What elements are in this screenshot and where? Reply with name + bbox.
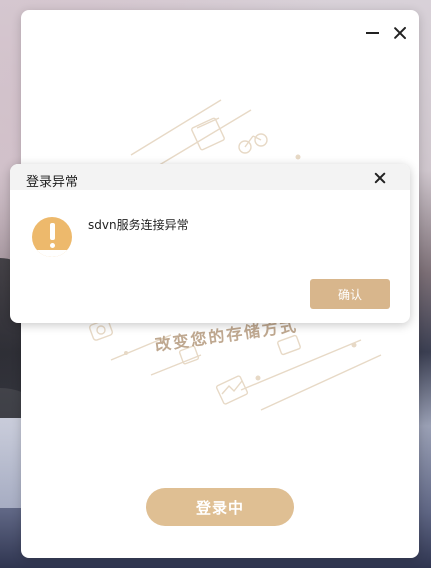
illustration-line xyxy=(150,109,252,171)
bicycle-frame-icon xyxy=(252,135,262,141)
confirm-button[interactable]: 确认 xyxy=(310,279,390,309)
illustration-dot xyxy=(255,375,261,381)
dialog-header: 登录异常 xyxy=(10,164,410,190)
warning-icon xyxy=(32,217,72,257)
warning-icon-dot xyxy=(50,243,55,248)
illustration-dot xyxy=(124,351,128,355)
login-button[interactable]: 登录中 xyxy=(146,488,294,526)
warning-icon-stem xyxy=(50,223,55,240)
close-icon xyxy=(374,172,386,184)
error-dialog: 登录异常 sdvn服务连接异常 确认 xyxy=(10,164,410,323)
illustration-dot xyxy=(295,154,301,160)
illustration-line xyxy=(150,354,202,376)
warning-icon-cut xyxy=(32,250,72,257)
illustration-dot xyxy=(351,342,357,348)
dialog-title: 登录异常 xyxy=(26,175,79,190)
chart-icon xyxy=(215,375,249,405)
calendar-icon-line xyxy=(196,117,220,129)
illustration-line xyxy=(260,354,382,411)
dialog-message: sdvn服务连接异常 xyxy=(88,218,189,232)
camera-lens-icon xyxy=(96,325,106,335)
dialog-close-button[interactable] xyxy=(374,172,388,186)
